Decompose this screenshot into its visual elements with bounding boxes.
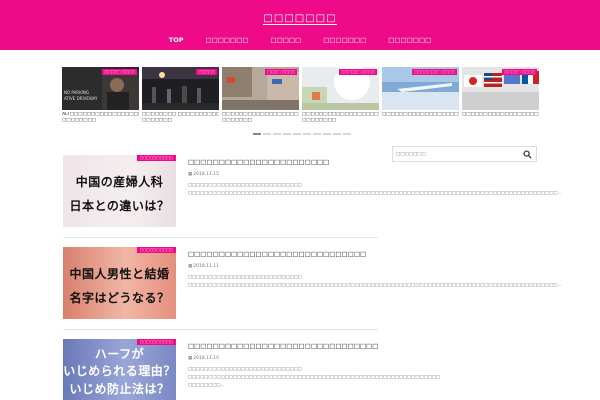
post-category[interactable]: □□□□□□□□□□ xyxy=(136,339,176,345)
slide-title[interactable]: □□□□□□□□□□□□□□□□□□□□□□ xyxy=(462,112,539,118)
slider-dot[interactable] xyxy=(293,133,301,135)
thumbnail-text: 中国人男性と結婚 xyxy=(69,267,170,281)
post-excerpt: □□□□□□□□□□□□□□□□□□□□□□□□□□□□ □□□□□□□□□□□… xyxy=(188,367,440,388)
search-input[interactable] xyxy=(396,150,521,159)
nav-item-2[interactable]: □□□□□□□ xyxy=(195,36,260,44)
slider-dot[interactable] xyxy=(253,133,261,135)
slider-dot[interactable] xyxy=(303,133,311,135)
nav-item-5[interactable]: □□□□□□□ xyxy=(377,36,442,44)
site-title[interactable]: □□□□□□□ xyxy=(0,13,600,25)
svg-text:ATIVE DRIVEWAY: ATIVE DRIVEWAY xyxy=(64,96,98,101)
post-title[interactable]: □□□□□□□□□□□□□□□□□□□□□□□ xyxy=(188,158,329,166)
post-card: ハーフが いじめられる理由？ いじめ防止法は？ □□□□□□□□□□ □□□□□… xyxy=(63,339,440,400)
site-header: □□□□□□□ TOP □□□□□□□ □□□□□ □□□□□□□ □□□□□□… xyxy=(0,0,600,50)
post-date: ▦2018.11.15 xyxy=(188,172,219,177)
slide-title-line2[interactable]: □□□□□□□ xyxy=(142,118,219,122)
post-date-text: 2018.11.10 xyxy=(193,356,220,361)
post-title[interactable]: □□□□□□□□□□□□□□□□□□□□□□□□□□□□□□□ xyxy=(188,342,378,350)
post-date-text: 2018.11.15 xyxy=(193,172,220,177)
slider-dot[interactable] xyxy=(273,133,281,135)
slider-dot[interactable] xyxy=(313,133,321,135)
post-card: 中国の産婦人科 日本との違いは？ □□□□□□□□□□ □□□□□□□□□□□□… xyxy=(63,155,562,230)
slide-title-line2[interactable]: □□□□□□□□ xyxy=(302,118,379,122)
thumbnail-text: いじめられる理由？ xyxy=(63,364,176,378)
slide-title-line2[interactable]: □□□□□□□□ xyxy=(62,118,139,122)
thumbnail-text: 中国の産婦人科 xyxy=(75,175,164,189)
post-divider xyxy=(63,237,378,238)
post-date: ▦2018.11.10 xyxy=(188,356,219,361)
post-title[interactable]: □□□□□□□□□□□□□□□□□□□□□□□□□□□□□ xyxy=(188,250,366,258)
slider-dot[interactable] xyxy=(263,133,271,135)
post-excerpt: □□□□□□□□□□□□□□□□□□□□□□□□□□□□ □□□□□□□□□□□… xyxy=(188,275,562,288)
thumbnail-text: 日本との違いは？ xyxy=(69,199,170,213)
post-thumbnail[interactable]: 中国人男性と結婚 名字はどうなる？ □□□□□□□□□□ xyxy=(63,247,176,319)
calendar-icon: ▦ xyxy=(188,172,193,177)
post-date-text: 2018.11.11 xyxy=(193,264,220,269)
slide-category[interactable]: □□□□□ □□□□ xyxy=(502,69,537,75)
search-icon[interactable] xyxy=(523,150,532,159)
slide-category[interactable]: □□□□□ xyxy=(196,69,217,75)
post-category[interactable]: □□□□□□□□□□ xyxy=(136,155,176,161)
thumbnail-text: 名字はどうなる？ xyxy=(69,291,170,305)
slider-dot[interactable] xyxy=(343,133,351,135)
slide-category[interactable]: □□□□ □□□□ xyxy=(265,69,297,75)
slide-category[interactable]: □□□□□□ □□□□ xyxy=(338,69,377,75)
search-box xyxy=(392,146,537,162)
slide-4[interactable]: □□□□□□ □□□□ □□□□□□□□□□□□□□□□□□□□□□ □□□□□… xyxy=(302,67,379,122)
slider-dot[interactable] xyxy=(333,133,341,135)
nav-item-top[interactable]: TOP xyxy=(158,36,195,44)
calendar-icon: ▦ xyxy=(188,356,193,361)
post-thumbnail[interactable]: ハーフが いじめられる理由？ いじめ防止法は？ □□□□□□□□□□ xyxy=(63,339,176,400)
slide-5[interactable]: □□□□□□□□ □□□□ □□□□□□□□□□□□□□□□□□□□□□ xyxy=(382,67,459,122)
slide-1[interactable]: NO PARKING ATIVE DRIVEWAY □□□□□ □□□□ ALT… xyxy=(62,67,139,122)
post-date: ▦2018.11.11 xyxy=(188,264,219,269)
slide-category[interactable]: □□□□□□□□ □□□□ xyxy=(412,69,457,75)
nav-item-3[interactable]: □□□□□ xyxy=(260,36,313,44)
main-nav: TOP □□□□□□□ □□□□□ □□□□□□□ □□□□□□□ xyxy=(0,36,600,44)
nav-item-4[interactable]: □□□□□□□ xyxy=(312,36,377,44)
post-category[interactable]: □□□□□□□□□□ xyxy=(136,247,176,253)
slider-dot[interactable] xyxy=(323,133,331,135)
thumbnail-text: いじめ防止法は？ xyxy=(69,382,170,396)
slider-dot[interactable] xyxy=(283,133,291,135)
featured-slider: NO PARKING ATIVE DRIVEWAY □□□□□ □□□□ ALT… xyxy=(62,67,542,122)
slide-2[interactable]: □□□□□ □□□□□□□□ □□□□□□□□□□□□ □□□□□□□ xyxy=(142,67,219,122)
slide-6[interactable]: □□□□□ □□□□ □□□□□□□□□□□□□□□□□□□□□□ xyxy=(462,67,539,122)
post-thumbnail[interactable]: 中国の産婦人科 日本との違いは？ □□□□□□□□□□ xyxy=(63,155,176,227)
slide-title[interactable]: □□□□□□□□□□□□□□□□□□□□□□ xyxy=(382,112,459,118)
slide-category[interactable]: □□□□□ □□□□ xyxy=(102,69,137,75)
svg-text:NO PARKING: NO PARKING xyxy=(64,90,89,95)
slider-pagination xyxy=(253,133,351,135)
thumbnail-text: ハーフが xyxy=(94,347,145,361)
calendar-icon: ▦ xyxy=(188,264,193,269)
post-card: 中国人男性と結婚 名字はどうなる？ □□□□□□□□□□ □□□□□□□□□□□… xyxy=(63,247,562,322)
slide-3[interactable]: □□□□ □□□□ □□□□□□□□□□□□□□□□□□□□□□ □□□□□□□ xyxy=(222,67,299,122)
slide-title-line2[interactable]: □□□□□□□ xyxy=(222,118,299,122)
post-excerpt: □□□□□□□□□□□□□□□□□□□□□□□□□□□□ □□□□□□□□□□□… xyxy=(188,183,562,196)
post-divider xyxy=(63,329,378,330)
